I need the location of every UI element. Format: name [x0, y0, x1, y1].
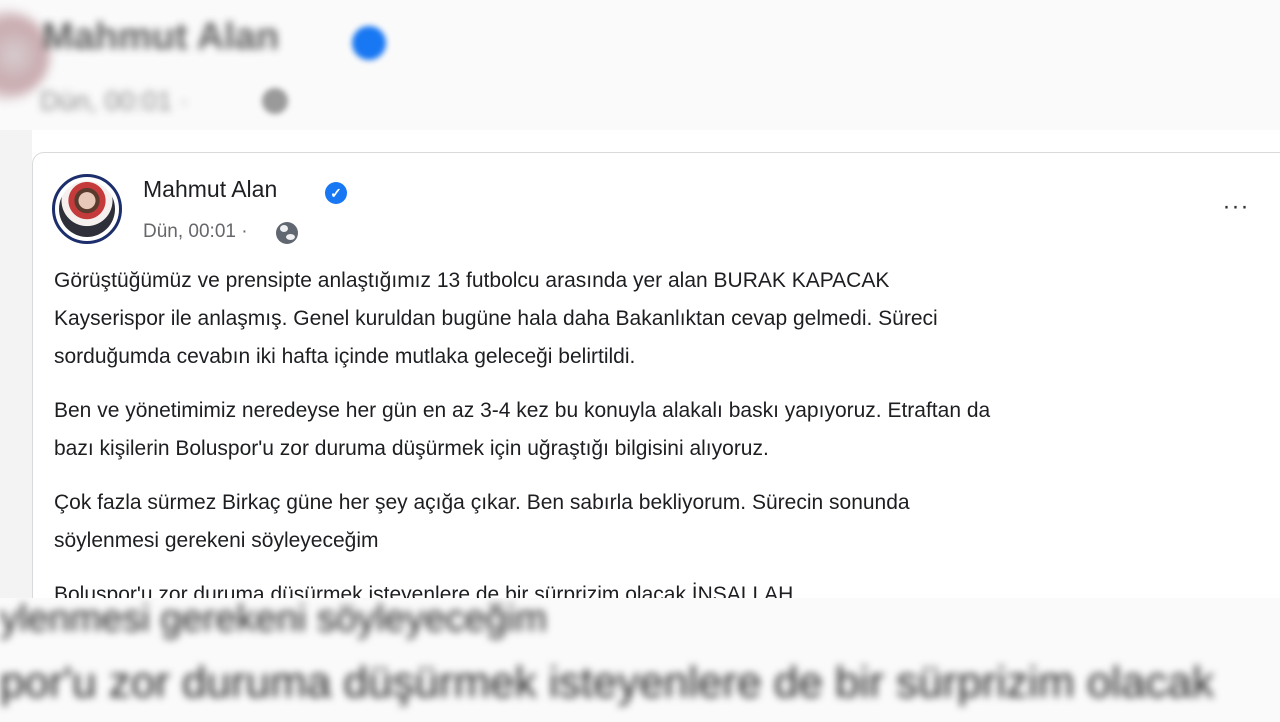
background-post-header: Mahmut Alan Dün, 00:01 ·	[0, 0, 1280, 130]
post-timestamp[interactable]: Dün, 00:01 ·	[143, 221, 248, 243]
background-text-line: ylenmesi gerekeni söyleyeceğim	[0, 598, 548, 640]
more-options-button[interactable]: ···	[1214, 190, 1258, 224]
verified-badge-icon: ✓	[325, 182, 347, 204]
globe-icon	[276, 222, 298, 244]
author-name[interactable]: Mahmut Alan	[143, 176, 277, 203]
post-paragraph: Çok fazla sürmez Birkaç güne her şey açı…	[54, 491, 910, 552]
avatar[interactable]	[52, 174, 122, 244]
background-verified-icon	[352, 26, 386, 60]
avatar-photo	[59, 181, 115, 237]
background-globe-icon	[262, 88, 288, 114]
background-author-name: Mahmut Alan	[42, 16, 280, 58]
background-post-footer: ylenmesi gerekeni söyleyeceğim por'u zor…	[0, 598, 1280, 722]
background-text-line: por'u zor duruma düşürmek isteyenlere de…	[0, 658, 1215, 707]
post-paragraph: Ben ve yönetimimiz neredeyse her gün en …	[54, 399, 991, 460]
left-edge-strip	[0, 130, 32, 600]
post-paragraph: Görüştüğümüz ve prensipte anlaştığımız 1…	[54, 269, 938, 368]
post-body: Görüştüğümüz ve prensipte anlaştığımız 1…	[54, 262, 1274, 630]
background-post-meta: Dün, 00:01 ·	[40, 86, 189, 116]
